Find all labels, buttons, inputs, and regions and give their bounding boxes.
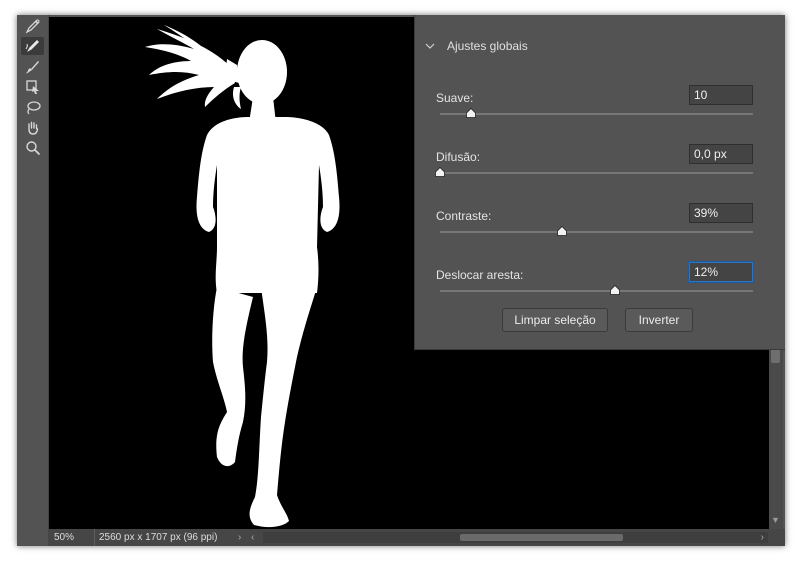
refine-edge-brush-icon xyxy=(25,40,39,52)
tool-lasso[interactable] xyxy=(21,99,44,117)
section-title: Ajustes globais xyxy=(447,39,528,53)
brush-icon xyxy=(25,61,39,74)
smooth-slider-thumb[interactable] xyxy=(466,108,477,118)
select-and-mask-window: ▼ 50% 2560 px x 1707 px (96 ppi) › ‹ › A… xyxy=(17,15,785,546)
status-menu-chevron-icon[interactable]: › xyxy=(238,529,241,546)
feather-value-field[interactable]: 0,0 px xyxy=(689,144,753,164)
tool-hand[interactable] xyxy=(21,119,44,137)
tool-zoom[interactable] xyxy=(21,139,44,157)
shift-edge-slider-track[interactable] xyxy=(440,290,753,292)
smooth-label: Suave: xyxy=(436,91,474,105)
feather-slider-row: Difusão: 0,0 px xyxy=(435,144,756,184)
tool-object-selection[interactable] xyxy=(21,78,44,96)
shift-edge-value-field[interactable]: 12% xyxy=(689,262,753,282)
clear-selection-button[interactable]: Limpar seleção xyxy=(502,308,608,332)
smooth-slider-track[interactable] xyxy=(440,113,753,115)
tool-quick-selection[interactable] xyxy=(21,17,44,35)
object-selection-icon xyxy=(25,80,39,94)
shift-edge-slider-thumb[interactable] xyxy=(610,285,621,295)
shift-edge-slider-row: Deslocar aresta: 12% xyxy=(436,262,756,302)
hand-icon xyxy=(27,121,38,135)
contrast-slider-row: Contraste: 39% xyxy=(436,203,756,243)
contrast-value-field[interactable]: 39% xyxy=(689,203,753,223)
horizontal-scrollbar-thumb[interactable] xyxy=(460,534,623,541)
tool-refine-edge[interactable] xyxy=(21,37,44,55)
quick-selection-brush-icon xyxy=(25,19,39,34)
tool-bar xyxy=(17,15,49,531)
tool-brush[interactable] xyxy=(21,58,44,76)
zoom-icon xyxy=(25,141,40,156)
feather-slider-thumb[interactable] xyxy=(435,167,445,177)
invert-button[interactable]: Inverter xyxy=(625,308,693,332)
shift-edge-label: Deslocar aresta: xyxy=(436,268,524,282)
smooth-value-field[interactable]: 10 xyxy=(689,85,753,105)
contrast-slider-thumb[interactable] xyxy=(557,226,567,236)
contrast-slider-track[interactable] xyxy=(440,231,753,233)
feather-slider-track[interactable] xyxy=(440,172,753,174)
global-adjustments-header[interactable]: Ajustes globais xyxy=(425,39,528,53)
feather-label: Difusão: xyxy=(436,150,481,164)
chevron-down-icon xyxy=(425,43,435,49)
scroll-down-arrow-icon[interactable]: ▼ xyxy=(771,515,780,525)
lasso-icon xyxy=(26,101,41,115)
status-bar: 50% 2560 px x 1707 px (96 ppi) › ‹ › xyxy=(48,529,785,546)
document-info: 2560 px x 1707 px (96 ppi) xyxy=(94,529,217,546)
smooth-slider-row: Suave: 10 xyxy=(436,85,756,125)
zoom-level[interactable]: 50% xyxy=(54,529,88,546)
horizontal-scrollbar[interactable]: › xyxy=(263,532,768,543)
contrast-label: Contraste: xyxy=(436,209,492,223)
properties-panel: Ajustes globais Suave: 10 Difusão: 0,0 p… xyxy=(414,15,785,350)
scroll-right-arrow-icon[interactable]: › xyxy=(761,529,764,546)
scroll-left-arrow-icon[interactable]: ‹ xyxy=(251,529,254,546)
